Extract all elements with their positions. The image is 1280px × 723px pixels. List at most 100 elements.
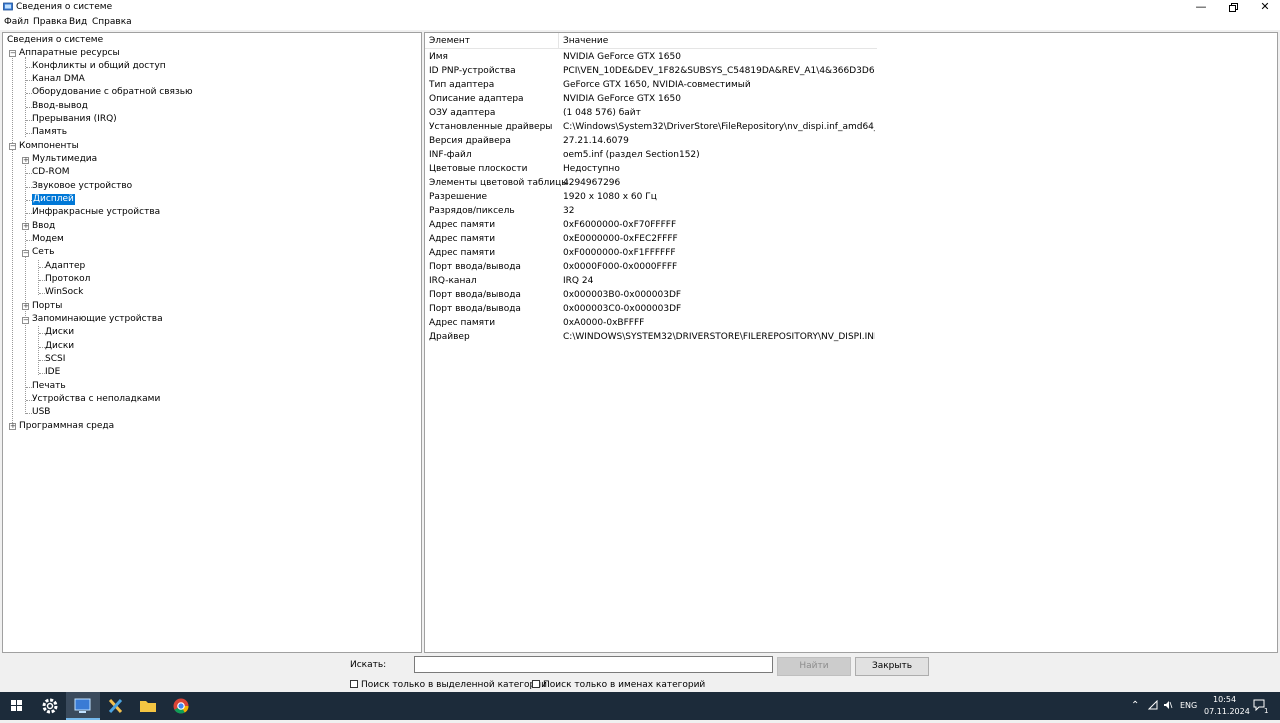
network-icon[interactable] — [1147, 699, 1158, 712]
taskbar-settings[interactable] — [34, 692, 68, 720]
tree-item-scsi[interactable]: SCSI — [45, 354, 65, 365]
tree-item-printing[interactable]: Печать — [32, 381, 66, 392]
table-row[interactable]: ID PNP-устройства PCI\VEN_10DE&DEV_1F82&S… — [425, 64, 875, 78]
tree-item-winsock[interactable]: WinSock — [45, 287, 83, 298]
collapse-icon[interactable]: − — [9, 50, 16, 57]
expand-icon[interactable]: + — [9, 423, 16, 430]
table-row[interactable]: Описание адаптера NVIDIA GeForce GTX 1650 — [425, 92, 875, 106]
taskbar-chrome[interactable] — [164, 692, 198, 720]
table-row[interactable]: Порт ввода/вывода 0x000003B0-0x000003DF — [425, 288, 875, 302]
row-value: 0xF0000000-0xF1FFFFFF — [563, 248, 676, 258]
close-button[interactable]: Закрыть — [855, 657, 929, 676]
tree-connector — [25, 57, 26, 137]
tree-item-modem[interactable]: Модем — [32, 234, 64, 245]
search-category-names-checkbox[interactable]: Поиск только в именах категорий — [532, 680, 705, 690]
taskbar-explorer[interactable] — [131, 692, 165, 720]
tree-item-problem-devices[interactable]: Устройства с неполадками — [32, 394, 160, 405]
tree-item-input[interactable]: Ввод — [32, 221, 55, 232]
table-row[interactable]: Элементы цветовой таблицы 4294967296 — [425, 176, 875, 190]
tree-item-io[interactable]: Ввод-вывод — [32, 101, 88, 112]
collapse-icon[interactable]: − — [22, 250, 29, 257]
tree-item-hardware[interactable]: Аппаратные ресурсы — [19, 48, 120, 59]
collapse-icon[interactable]: − — [9, 143, 16, 150]
tree-item-infrared[interactable]: Инфракрасные устройства — [32, 207, 160, 218]
tree-item-forced-hardware[interactable]: Оборудование с обратной связью — [32, 87, 193, 98]
minimize-button[interactable]: — — [1186, 0, 1216, 15]
tree-item-multimedia[interactable]: Мультимедиа — [32, 154, 97, 165]
tree-item-network[interactable]: Сеть — [32, 247, 54, 258]
checkbox-label: Поиск только в выделенной категории — [361, 680, 547, 690]
table-row[interactable]: Драйвер C:\WINDOWS\SYSTEM32\DRIVERSTORE\F… — [425, 330, 875, 344]
table-row[interactable]: Цветовые плоскости Недоступно — [425, 162, 875, 176]
tree-item-adapter[interactable]: Адаптер — [45, 261, 85, 272]
tray-overflow-icon[interactable]: ⌃ — [1131, 700, 1139, 711]
clock-date[interactable]: 07.11.2024 — [1204, 707, 1250, 716]
collapse-icon[interactable]: − — [22, 317, 29, 324]
tree-item-ide[interactable]: IDE — [45, 367, 60, 378]
table-row[interactable]: ОЗУ адаптера (1 048 576) байт — [425, 106, 875, 120]
checkbox-box[interactable] — [532, 680, 540, 688]
tree-root[interactable]: Сведения о системе — [7, 35, 103, 46]
table-row[interactable]: Порт ввода/вывода 0x0000F000-0x0000FFFF — [425, 260, 875, 274]
table-row[interactable]: Тип адаптера GeForce GTX 1650, NVIDIA-сов… — [425, 78, 875, 92]
maximize-button[interactable] — [1218, 0, 1248, 15]
category-tree[interactable]: Сведения о системе − Аппаратные ресурсы … — [2, 32, 422, 653]
row-item: Установленные драйверы — [429, 122, 553, 132]
tree-item-components[interactable]: Компоненты — [19, 141, 79, 152]
find-button[interactable]: Найти — [777, 657, 851, 676]
table-row[interactable]: Версия драйвера 27.21.14.6079 — [425, 134, 875, 148]
tree-item-protocol[interactable]: Протокол — [45, 274, 90, 285]
table-row[interactable]: Разрешение 1920 x 1080 x 60 Гц — [425, 190, 875, 204]
tree-item-software[interactable]: Программная среда — [19, 421, 114, 432]
table-row[interactable]: Адрес памяти 0xA0000-0xBFFFF — [425, 316, 875, 330]
system-info-app-icon — [3, 2, 13, 11]
column-header-value[interactable]: Значение — [563, 36, 608, 46]
tree-item-conflicts[interactable]: Конфликты и общий доступ — [32, 61, 166, 72]
tree-item-irq[interactable]: Прерывания (IRQ) — [32, 114, 117, 125]
clock-time[interactable]: 10:54 — [1213, 695, 1236, 704]
expand-icon[interactable]: + — [22, 157, 29, 164]
tree-item-storage[interactable]: Запоминающие устройства — [32, 314, 163, 325]
close-window-button[interactable]: ✕ — [1250, 0, 1280, 15]
tree-connector — [12, 53, 13, 427]
tree-item-usb[interactable]: USB — [32, 407, 50, 418]
table-row[interactable]: Установленные драйверы C:\Windows\System3… — [425, 120, 875, 134]
checkbox-box[interactable] — [350, 680, 358, 688]
list-header: Элемент Значение — [425, 33, 877, 49]
expand-icon[interactable]: + — [22, 303, 29, 310]
tree-item-display[interactable]: Дисплей — [32, 194, 75, 205]
search-input[interactable] — [414, 656, 773, 673]
table-row[interactable]: Имя NVIDIA GeForce GTX 1650 — [425, 50, 875, 64]
tree-item-ports[interactable]: Порты — [32, 301, 62, 312]
start-button[interactable] — [0, 692, 34, 720]
table-row[interactable]: Порт ввода/вывода 0x000003C0-0x000003DF — [425, 302, 875, 316]
table-row[interactable]: Адрес памяти 0xF0000000-0xF1FFFFFF — [425, 246, 875, 260]
details-list[interactable]: Элемент Значение Имя NVIDIA GeForce GTX 1… — [424, 32, 1278, 653]
taskbar-app-tools[interactable] — [99, 692, 133, 720]
menu-edit[interactable]: Правка — [33, 17, 67, 27]
menu-view[interactable]: Вид — [69, 17, 87, 27]
search-selected-category-checkbox[interactable]: Поиск только в выделенной категории — [350, 680, 547, 690]
tree-item-cdrom[interactable]: CD-ROM — [32, 167, 70, 178]
taskbar-system-info[interactable] — [66, 692, 100, 720]
table-row[interactable]: Разрядов/пиксель 32 — [425, 204, 875, 218]
tree-item-memory[interactable]: Память — [32, 127, 67, 138]
table-row[interactable]: IRQ-канал IRQ 24 — [425, 274, 875, 288]
tree-item-drives[interactable]: Диски — [45, 327, 74, 338]
tree-item-disks[interactable]: Диски — [45, 341, 74, 352]
row-value: 32 — [563, 206, 575, 216]
language-indicator[interactable]: ENG — [1180, 701, 1197, 710]
menu-file[interactable]: Файл — [4, 17, 29, 27]
table-row[interactable]: Адрес памяти 0xE0000000-0xFEC2FFFF — [425, 232, 875, 246]
row-item: Описание адаптера — [429, 94, 524, 104]
table-row[interactable]: Адрес памяти 0xF6000000-0xF70FFFFF — [425, 218, 875, 232]
row-value: 4294967296 — [563, 178, 621, 188]
tree-item-dma[interactable]: Канал DMA — [32, 74, 85, 85]
tree-item-sound[interactable]: Звуковое устройство — [32, 181, 132, 192]
volume-icon[interactable] — [1163, 700, 1173, 712]
column-header-item[interactable]: Элемент — [429, 36, 470, 46]
column-divider[interactable] — [558, 33, 559, 49]
table-row[interactable]: INF-файл oem5.inf (раздел Section152) — [425, 148, 875, 162]
menu-help[interactable]: Справка — [92, 17, 132, 27]
expand-icon[interactable]: + — [22, 223, 29, 230]
